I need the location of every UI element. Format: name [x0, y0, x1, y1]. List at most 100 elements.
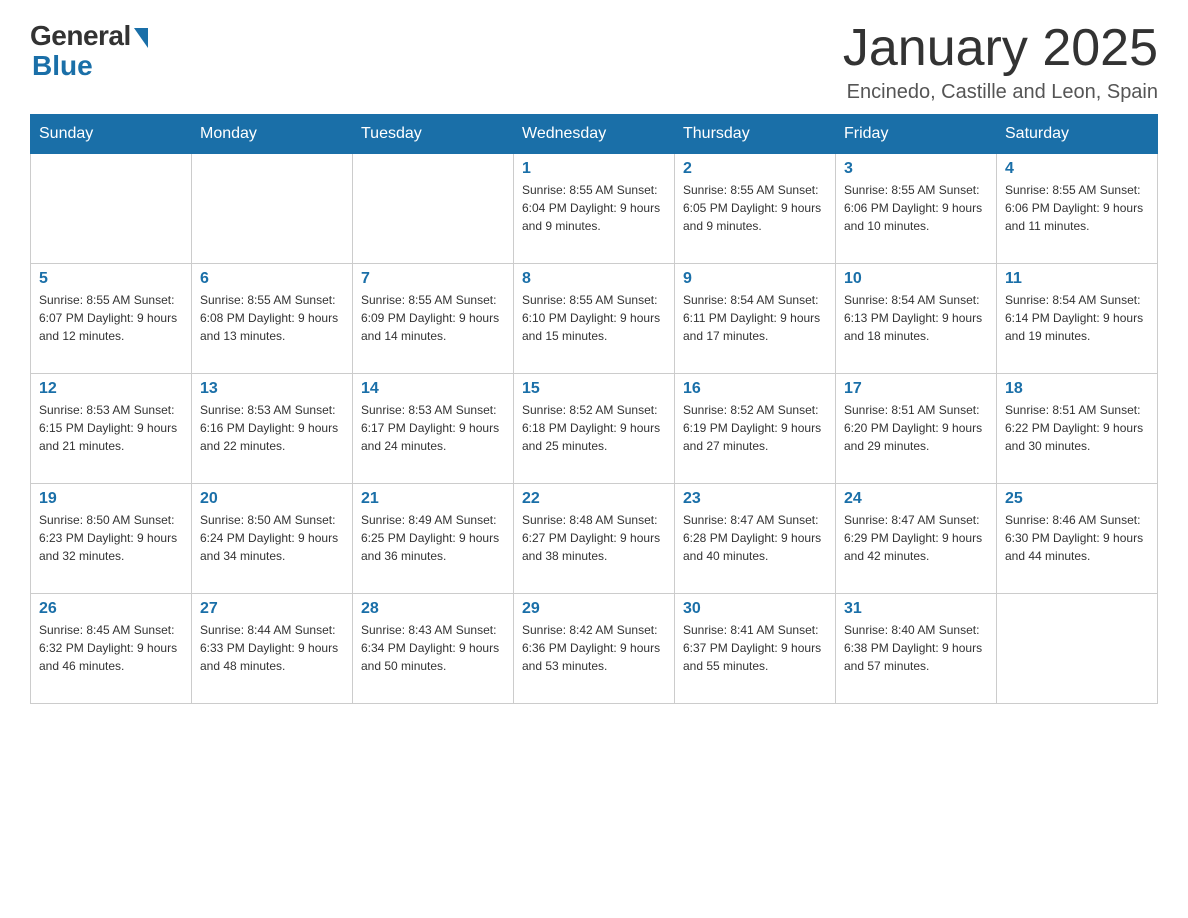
day-number: 24 — [844, 490, 988, 508]
calendar-cell: 19 Sunrise: 8:50 AM Sunset: 6:23 PM Dayli… — [31, 484, 192, 594]
calendar-cell: 3Sunrise: 8:55 AM Sunset: 6:06 PM Daylig… — [836, 154, 997, 264]
day-number: 8 — [522, 270, 666, 288]
calendar-header-sunday: Sunday — [31, 115, 192, 154]
calendar-cell — [192, 154, 353, 264]
calendar-cell: 22 Sunrise: 8:48 AM Sunset: 6:27 PM Dayli… — [514, 484, 675, 594]
day-info: Sunrise: 8:54 AM Sunset: 6:13 PM Dayligh… — [844, 291, 988, 345]
day-number: 15 — [522, 380, 666, 398]
calendar-week-row: 12 Sunrise: 8:53 AM Sunset: 6:15 PM Dayli… — [31, 374, 1158, 484]
day-number: 28 — [361, 600, 505, 618]
calendar-cell: 26 Sunrise: 8:45 AM Sunset: 6:32 PM Dayli… — [31, 594, 192, 704]
day-info: Sunrise: 8:54 AM Sunset: 6:14 PM Dayligh… — [1005, 291, 1149, 345]
calendar-cell: 6Sunrise: 8:55 AM Sunset: 6:08 PM Daylig… — [192, 264, 353, 374]
day-info: Sunrise: 8:47 AM Sunset: 6:28 PM Dayligh… — [683, 511, 827, 565]
day-info: Sunrise: 8:55 AM Sunset: 6:04 PM Dayligh… — [522, 181, 666, 235]
day-number: 9 — [683, 270, 827, 288]
day-number: 13 — [200, 380, 344, 398]
day-info: Sunrise: 8:50 AM Sunset: 6:23 PM Dayligh… — [39, 511, 183, 565]
calendar-week-row: 5Sunrise: 8:55 AM Sunset: 6:07 PM Daylig… — [31, 264, 1158, 374]
calendar-header-row: SundayMondayTuesdayWednesdayThursdayFrid… — [31, 115, 1158, 154]
day-number: 27 — [200, 600, 344, 618]
day-number: 19 — [39, 490, 183, 508]
day-info: Sunrise: 8:43 AM Sunset: 6:34 PM Dayligh… — [361, 621, 505, 675]
month-title: January 2025 — [843, 20, 1158, 77]
day-number: 25 — [1005, 490, 1149, 508]
calendar-cell: 23 Sunrise: 8:47 AM Sunset: 6:28 PM Dayli… — [675, 484, 836, 594]
calendar-cell: 13 Sunrise: 8:53 AM Sunset: 6:16 PM Dayli… — [192, 374, 353, 484]
logo-triangle-icon — [134, 28, 148, 48]
calendar-cell: 10Sunrise: 8:54 AM Sunset: 6:13 PM Dayli… — [836, 264, 997, 374]
calendar-header-saturday: Saturday — [997, 115, 1158, 154]
day-info: Sunrise: 8:42 AM Sunset: 6:36 PM Dayligh… — [522, 621, 666, 675]
day-number: 31 — [844, 600, 988, 618]
calendar-cell: 29Sunrise: 8:42 AM Sunset: 6:36 PM Dayli… — [514, 594, 675, 704]
calendar-header-friday: Friday — [836, 115, 997, 154]
calendar-header-tuesday: Tuesday — [353, 115, 514, 154]
logo: General Blue — [30, 20, 148, 82]
calendar-cell: 17Sunrise: 8:51 AM Sunset: 6:20 PM Dayli… — [836, 374, 997, 484]
calendar-cell: 21Sunrise: 8:49 AM Sunset: 6:25 PM Dayli… — [353, 484, 514, 594]
day-number: 16 — [683, 380, 827, 398]
day-number: 5 — [39, 270, 183, 288]
day-number: 17 — [844, 380, 988, 398]
day-number: 3 — [844, 160, 988, 178]
day-info: Sunrise: 8:46 AM Sunset: 6:30 PM Dayligh… — [1005, 511, 1149, 565]
calendar-cell: 16 Sunrise: 8:52 AM Sunset: 6:19 PM Dayli… — [675, 374, 836, 484]
page-header: General Blue January 2025 Encinedo, Cast… — [30, 20, 1158, 104]
calendar-table: SundayMondayTuesdayWednesdayThursdayFrid… — [30, 114, 1158, 704]
calendar-cell: 5Sunrise: 8:55 AM Sunset: 6:07 PM Daylig… — [31, 264, 192, 374]
day-info: Sunrise: 8:55 AM Sunset: 6:06 PM Dayligh… — [1005, 181, 1149, 235]
calendar-header-thursday: Thursday — [675, 115, 836, 154]
day-info: Sunrise: 8:50 AM Sunset: 6:24 PM Dayligh… — [200, 511, 344, 565]
day-info: Sunrise: 8:55 AM Sunset: 6:10 PM Dayligh… — [522, 291, 666, 345]
day-number: 2 — [683, 160, 827, 178]
day-number: 30 — [683, 600, 827, 618]
calendar-week-row: 1 Sunrise: 8:55 AM Sunset: 6:04 PM Daylig… — [31, 154, 1158, 264]
location-title: Encinedo, Castille and Leon, Spain — [843, 81, 1158, 104]
day-number: 23 — [683, 490, 827, 508]
day-info: Sunrise: 8:41 AM Sunset: 6:37 PM Dayligh… — [683, 621, 827, 675]
calendar-header-monday: Monday — [192, 115, 353, 154]
day-number: 20 — [200, 490, 344, 508]
calendar-cell: 24Sunrise: 8:47 AM Sunset: 6:29 PM Dayli… — [836, 484, 997, 594]
calendar-cell: 20 Sunrise: 8:50 AM Sunset: 6:24 PM Dayli… — [192, 484, 353, 594]
day-info: Sunrise: 8:53 AM Sunset: 6:15 PM Dayligh… — [39, 401, 183, 455]
calendar-cell: 15Sunrise: 8:52 AM Sunset: 6:18 PM Dayli… — [514, 374, 675, 484]
calendar-week-row: 19 Sunrise: 8:50 AM Sunset: 6:23 PM Dayli… — [31, 484, 1158, 594]
day-info: Sunrise: 8:52 AM Sunset: 6:19 PM Dayligh… — [683, 401, 827, 455]
day-number: 12 — [39, 380, 183, 398]
day-number: 7 — [361, 270, 505, 288]
day-info: Sunrise: 8:55 AM Sunset: 6:05 PM Dayligh… — [683, 181, 827, 235]
day-info: Sunrise: 8:48 AM Sunset: 6:27 PM Dayligh… — [522, 511, 666, 565]
day-number: 6 — [200, 270, 344, 288]
logo-blue-text: Blue — [32, 50, 93, 82]
day-info: Sunrise: 8:55 AM Sunset: 6:09 PM Dayligh… — [361, 291, 505, 345]
day-info: Sunrise: 8:51 AM Sunset: 6:22 PM Dayligh… — [1005, 401, 1149, 455]
day-number: 11 — [1005, 270, 1149, 288]
day-number: 4 — [1005, 160, 1149, 178]
calendar-cell: 7 Sunrise: 8:55 AM Sunset: 6:09 PM Daylig… — [353, 264, 514, 374]
calendar-cell — [353, 154, 514, 264]
calendar-cell: 9 Sunrise: 8:54 AM Sunset: 6:11 PM Daylig… — [675, 264, 836, 374]
calendar-cell: 12 Sunrise: 8:53 AM Sunset: 6:15 PM Dayli… — [31, 374, 192, 484]
day-number: 1 — [522, 160, 666, 178]
day-number: 18 — [1005, 380, 1149, 398]
calendar-header-wednesday: Wednesday — [514, 115, 675, 154]
calendar-week-row: 26 Sunrise: 8:45 AM Sunset: 6:32 PM Dayli… — [31, 594, 1158, 704]
calendar-cell: 27Sunrise: 8:44 AM Sunset: 6:33 PM Dayli… — [192, 594, 353, 704]
day-number: 14 — [361, 380, 505, 398]
day-info: Sunrise: 8:53 AM Sunset: 6:16 PM Dayligh… — [200, 401, 344, 455]
day-info: Sunrise: 8:54 AM Sunset: 6:11 PM Dayligh… — [683, 291, 827, 345]
calendar-cell — [31, 154, 192, 264]
day-number: 26 — [39, 600, 183, 618]
logo-general-text: General — [30, 20, 131, 52]
calendar-cell — [997, 594, 1158, 704]
day-number: 22 — [522, 490, 666, 508]
day-info: Sunrise: 8:49 AM Sunset: 6:25 PM Dayligh… — [361, 511, 505, 565]
calendar-cell: 1 Sunrise: 8:55 AM Sunset: 6:04 PM Daylig… — [514, 154, 675, 264]
day-info: Sunrise: 8:53 AM Sunset: 6:17 PM Dayligh… — [361, 401, 505, 455]
day-info: Sunrise: 8:40 AM Sunset: 6:38 PM Dayligh… — [844, 621, 988, 675]
calendar-cell: 28 Sunrise: 8:43 AM Sunset: 6:34 PM Dayli… — [353, 594, 514, 704]
calendar-cell: 30 Sunrise: 8:41 AM Sunset: 6:37 PM Dayli… — [675, 594, 836, 704]
day-info: Sunrise: 8:45 AM Sunset: 6:32 PM Dayligh… — [39, 621, 183, 675]
